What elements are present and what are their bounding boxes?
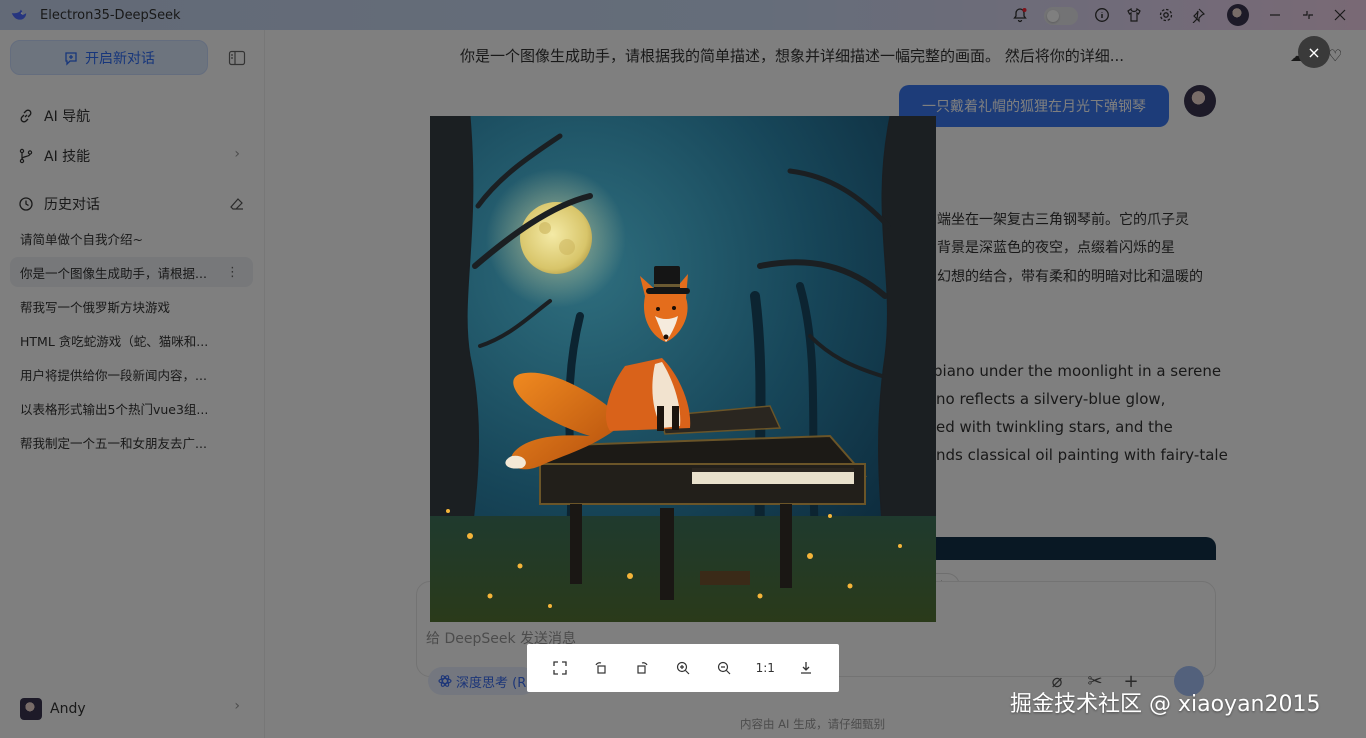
rotate-left-icon[interactable] [589, 656, 613, 680]
zoom-in-icon[interactable] [671, 656, 695, 680]
rotate-right-icon[interactable] [630, 656, 654, 680]
zoom-out-icon[interactable] [712, 656, 736, 680]
reset-zoom-button[interactable]: 1:1 [753, 656, 777, 680]
image-viewer-toolbar: 1:1 [527, 644, 839, 692]
fullscreen-icon[interactable] [548, 656, 572, 680]
close-preview-button[interactable]: × [1298, 36, 1330, 68]
download-icon[interactable] [794, 656, 818, 680]
watermark: 掘金技术社区 @ xiaoyan2015 [1010, 692, 1321, 717]
preview-image[interactable] [430, 116, 936, 622]
